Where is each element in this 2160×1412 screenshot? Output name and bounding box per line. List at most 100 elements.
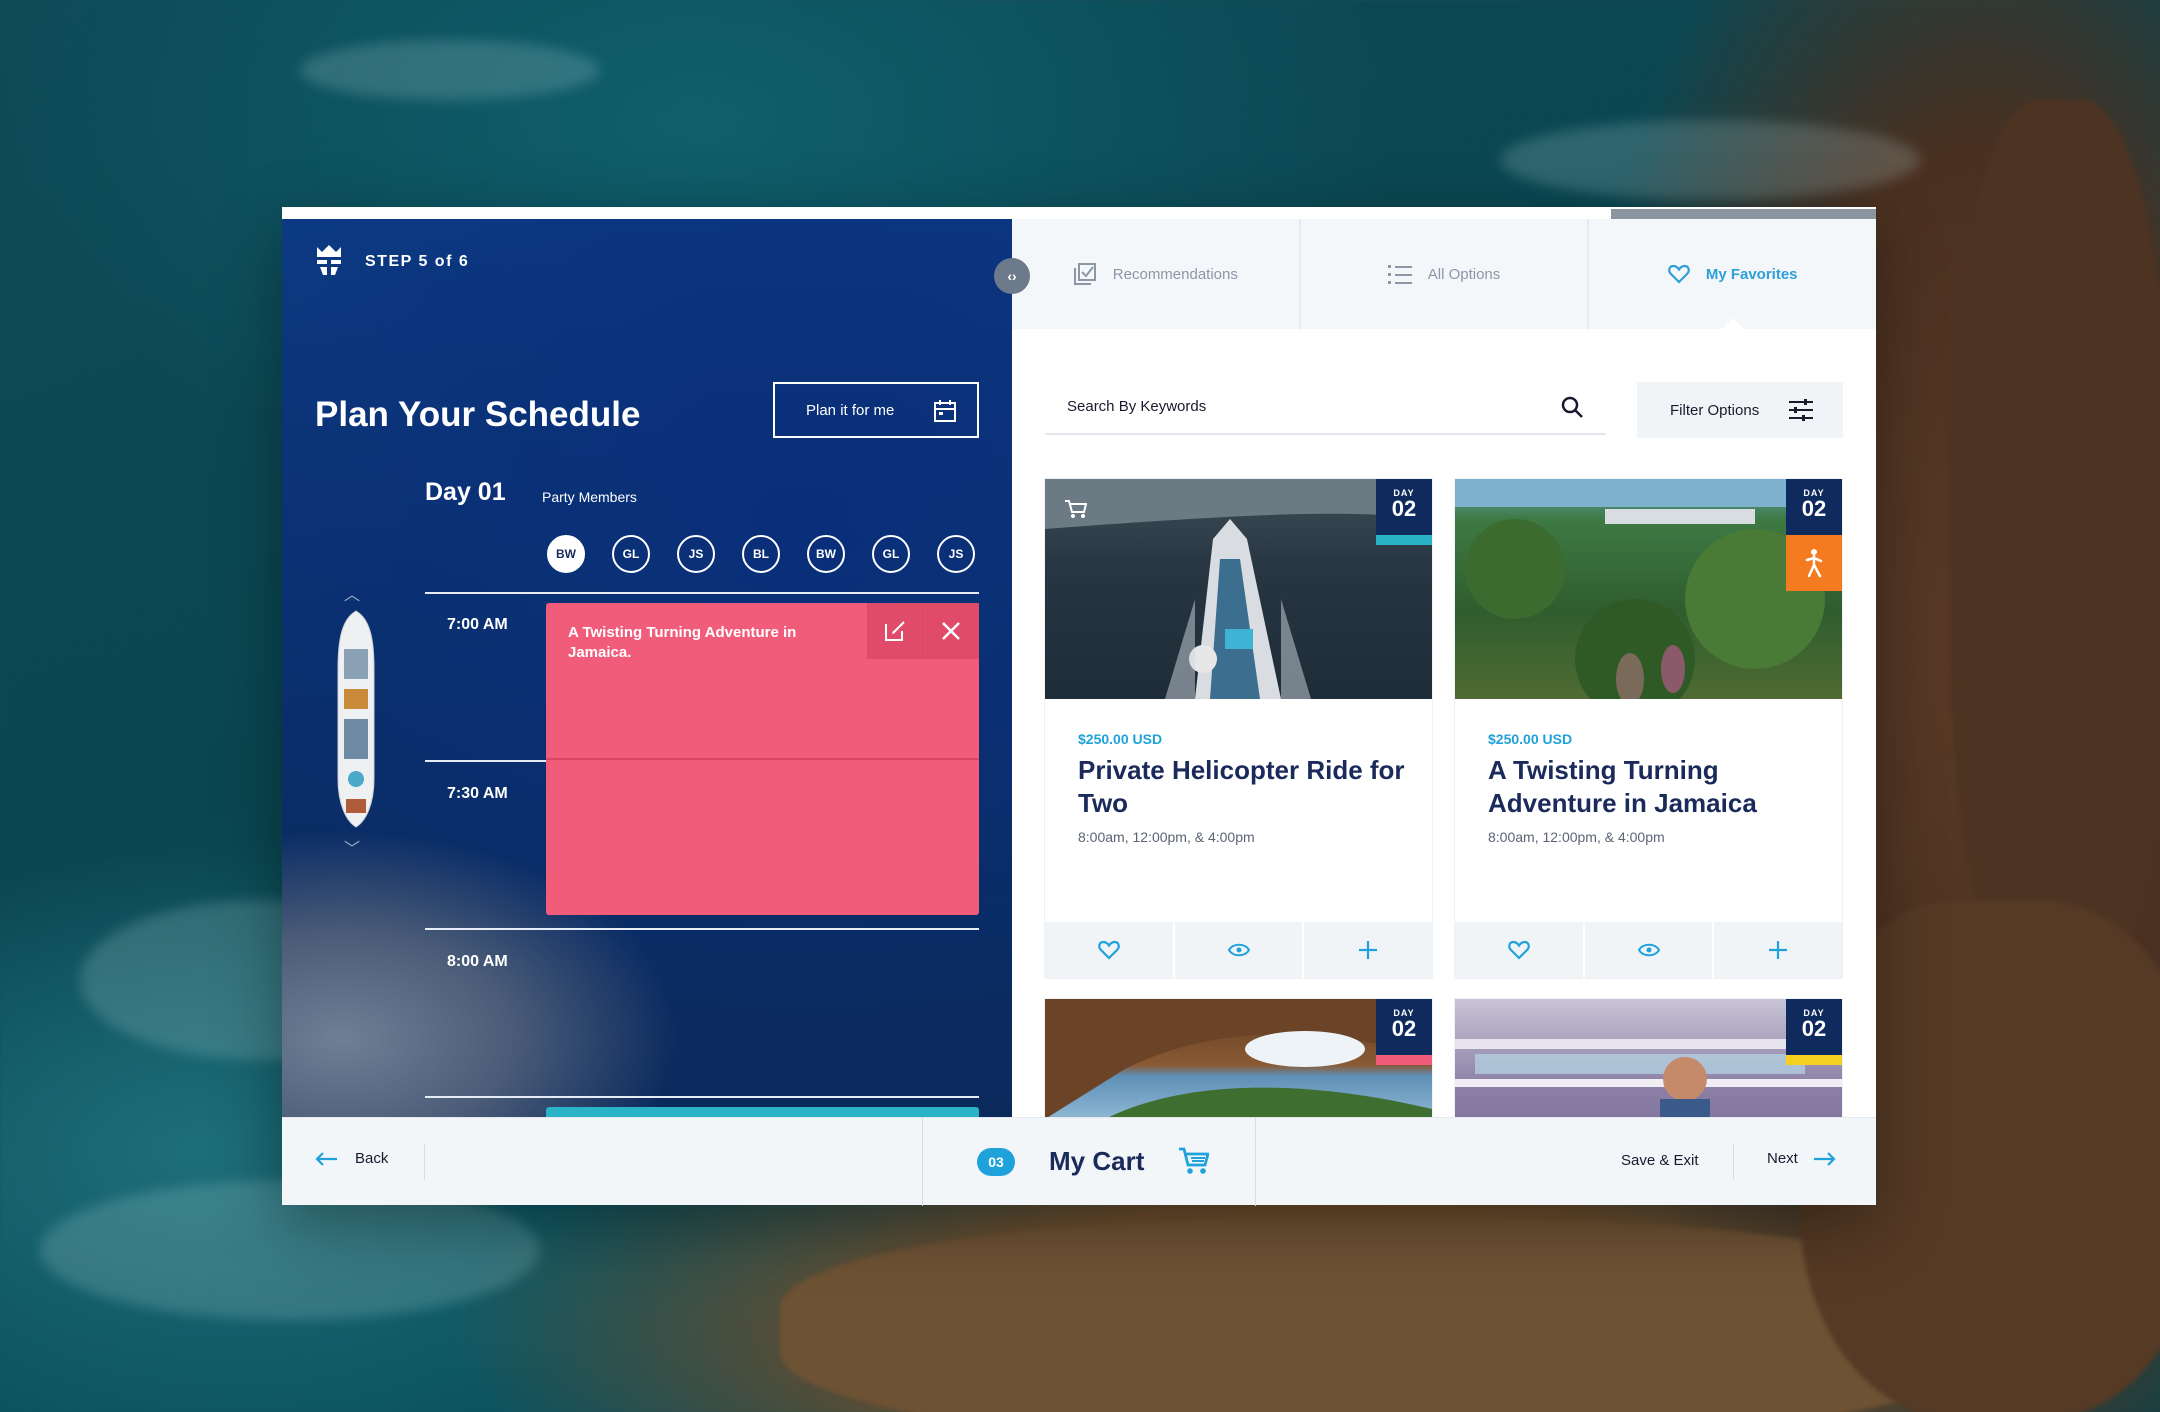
party-member-avatar[interactable]: GL <box>872 535 910 573</box>
favorite-button[interactable] <box>1045 922 1175 978</box>
party-member-avatar[interactable]: JS <box>937 535 975 573</box>
day-badge: DAY 02 <box>1376 479 1432 535</box>
add-to-schedule-button[interactable] <box>1304 922 1432 978</box>
close-icon <box>942 622 960 640</box>
edit-event-button[interactable] <box>867 603 923 659</box>
day-badge-number: 02 <box>1391 1016 1417 1041</box>
day-badge-number: 02 <box>1391 496 1417 521</box>
party-member-avatar[interactable]: JS <box>677 535 715 573</box>
search-placeholder: Search By Keywords <box>1067 397 1207 415</box>
timeline-divider <box>425 928 979 930</box>
activity-times: 8:00am, 12:00pm, & 4:00pm <box>1078 829 1255 845</box>
jungle-photo <box>1455 479 1842 699</box>
activity-card[interactable]: DAY 02 <box>1045 999 1432 1117</box>
activity-times: 8:00am, 12:00pm, & 4:00pm <box>1488 829 1665 845</box>
eye-icon <box>1637 943 1660 957</box>
tab-recommendations[interactable]: Recommendations <box>1012 219 1301 329</box>
activity-price: $250.00 USD <box>1488 731 1573 747</box>
day-label: Day 01 <box>425 478 506 506</box>
heart-icon <box>1098 940 1120 960</box>
party-member-avatar[interactable]: BW <box>807 535 845 573</box>
category-stripe <box>1786 1055 1842 1065</box>
party-member-avatar[interactable]: GL <box>612 535 650 573</box>
view-details-button[interactable] <box>1175 922 1305 978</box>
plus-icon <box>1359 941 1378 959</box>
tab-label: All Options <box>1427 265 1501 283</box>
cart-label: My Cart <box>1049 1146 1145 1176</box>
day-badge: DAY 02 <box>1376 999 1432 1055</box>
event-divider <box>546 758 979 760</box>
timeline-divider <box>425 1096 979 1098</box>
tab-label: My Favorites <box>1705 265 1798 283</box>
time-slot-label: 8:00 AM <box>447 953 508 970</box>
tab-label: Recommendations <box>1112 265 1238 283</box>
search-icon[interactable] <box>1560 395 1584 419</box>
options-panel: Recommendations All Options My Favorites… <box>1012 219 1876 1117</box>
activity-image <box>1045 479 1432 699</box>
options-tabs: Recommendations All Options My Favorites <box>1012 219 1876 330</box>
step-indicator: STEP 5 of 6 <box>365 253 470 270</box>
filter-options-button[interactable]: Filter Options <box>1637 382 1843 438</box>
day-badge: DAY 02 <box>1786 479 1842 535</box>
scheduled-event[interactable]: A Twisting Turning Adventure in Jamaica. <box>546 603 979 915</box>
time-slot-label: 7:00 AM <box>447 616 508 633</box>
plus-icon <box>1769 941 1788 959</box>
timeline-divider <box>425 592 979 594</box>
cave-photo <box>1045 999 1432 1117</box>
schedule-panel: STEP 5 of 6 Plan Your Schedule Plan it f… <box>282 219 1012 1117</box>
activity-image <box>1455 999 1842 1117</box>
back-button[interactable]: Back <box>315 1150 388 1167</box>
tab-my-favorites[interactable]: My Favorites <box>1589 219 1876 330</box>
page-title: Plan Your Schedule <box>315 395 641 434</box>
card-actions <box>1045 922 1432 978</box>
cart-icon <box>1179 1147 1209 1174</box>
sliders-icon <box>1789 399 1813 421</box>
heart-icon <box>1508 940 1530 960</box>
divider <box>424 1144 425 1180</box>
timeline-divider <box>425 760 546 762</box>
my-cart-button[interactable]: 03 My Cart <box>922 1118 1256 1206</box>
day-badge: DAY 02 <box>1786 999 1842 1055</box>
brand-crown-icon <box>317 245 341 275</box>
activity-card[interactable]: DAY 02 $250.00 USD Private Helicopter Rid… <box>1045 479 1432 978</box>
tab-all-options[interactable]: All Options <box>1301 219 1590 329</box>
divider <box>1733 1144 1734 1180</box>
save-exit-button[interactable]: Save & Exit <box>1621 1152 1699 1169</box>
app-window: STEP 5 of 6 Plan Your Schedule Plan it f… <box>282 207 1876 1206</box>
cart-count-badge: 03 <box>977 1148 1015 1176</box>
search-input[interactable]: Search By Keywords <box>1045 379 1606 435</box>
party-members-list: BW GL JS BL BW GL JS <box>547 535 975 573</box>
onboard-venue-photo <box>1455 1039 1842 1117</box>
activity-title: Private Helicopter Ride for Two <box>1078 755 1405 818</box>
activity-card[interactable]: DAY 02 $250.00 USD A Twisting Turning Adv… <box>1455 479 1842 978</box>
ship-photo <box>1045 479 1432 699</box>
event-title: A Twisting Turning Adventure in Jamaica. <box>568 624 797 661</box>
arrow-left-icon <box>315 1151 337 1166</box>
panel-toggle-button[interactable]: ‹› <box>994 258 1030 294</box>
chevron-up-icon[interactable]: ︿ <box>344 581 360 605</box>
cart-icon <box>1065 500 1087 518</box>
ship-icon <box>337 610 375 828</box>
activity-price: $250.00 USD <box>1078 731 1163 747</box>
card-actions <box>1455 922 1842 978</box>
day-badge-number: 02 <box>1801 1016 1827 1041</box>
next-button[interactable]: Next <box>1767 1150 1836 1167</box>
heart-icon <box>1668 264 1690 284</box>
activity-card[interactable]: DAY 02 <box>1455 999 1842 1117</box>
party-member-avatar[interactable]: BW <box>547 535 585 573</box>
calendar-icon <box>934 400 956 422</box>
hiking-icon <box>1805 549 1823 578</box>
list-icon <box>1387 265 1412 284</box>
favorite-button[interactable] <box>1455 922 1585 978</box>
view-details-button[interactable] <box>1585 922 1715 978</box>
add-to-schedule-button[interactable] <box>1714 922 1842 978</box>
next-event-preview[interactable] <box>546 1107 979 1117</box>
category-stripe <box>1376 535 1432 545</box>
activity-title: A Twisting Turning Adventure in Jamaica <box>1488 755 1757 818</box>
chevron-down-icon[interactable]: ﹀ <box>344 835 360 859</box>
plan-it-for-me-button[interactable]: Plan it for me <box>773 382 979 438</box>
remove-event-button[interactable] <box>923 603 979 659</box>
next-label: Next <box>1767 1150 1798 1167</box>
bottom-navigation: Back 03 My Cart Save & Exit Next <box>282 1117 1876 1206</box>
party-member-avatar[interactable]: BL <box>742 535 780 573</box>
